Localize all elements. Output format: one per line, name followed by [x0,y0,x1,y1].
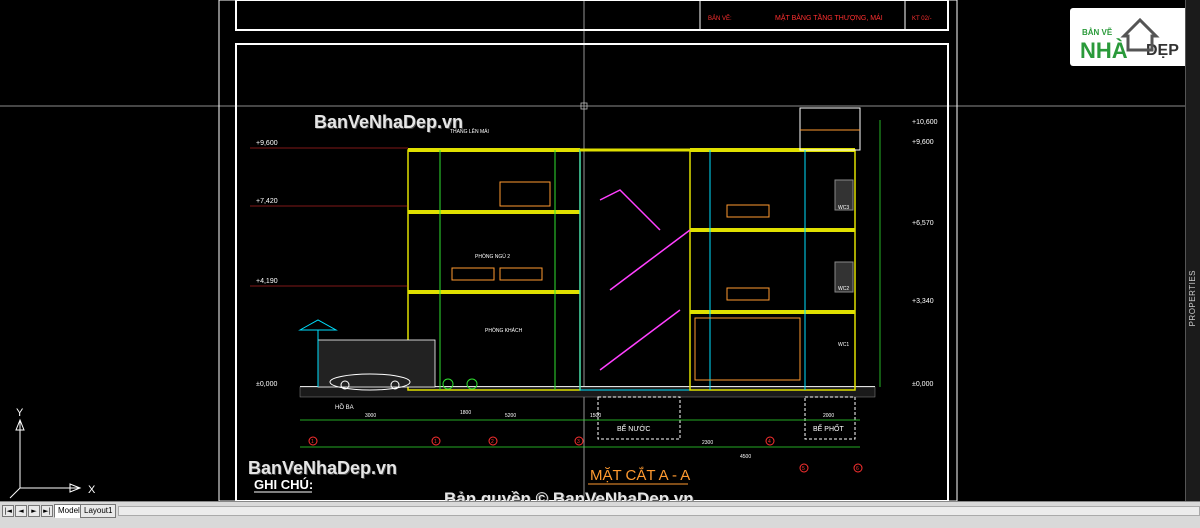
watermark-top: BanVeNhaDep.vn [314,112,464,132]
building-right-outline [689,149,856,391]
horizontal-scrollbar[interactable] [118,506,1200,516]
water-tank-label: BỂ NƯỚC [617,424,650,433]
grid-bubble-label-4: 3 [577,439,580,445]
level-right-5: ±0,000 [912,381,933,388]
bed-floor2-right [726,287,770,301]
title-label-drawing: BẢN VẼ: [708,15,732,22]
grid-bubble-label-7: 6 [856,466,859,472]
site-logo: BẢN VẼ NHÀ ĐẸP [1070,8,1190,66]
title-sheet-code: KT 02/- [912,16,932,22]
dim-3: 5200 [505,413,516,419]
house-icon [1120,17,1160,52]
wardrobe-top [499,181,551,207]
room-wc3-label: WC3 [838,205,849,211]
last-tab-button[interactable]: ►| [41,505,53,517]
watermark-bottom: BanVeNhaDep.vn [248,458,398,478]
level-right-4: +3,340 [912,298,934,305]
roof-top-structure [799,107,861,151]
bed-floor2-left-a [451,267,495,281]
grid-bubble-label-3: 2 [491,439,494,445]
grid-bubble-label-1: 1 [311,439,314,445]
ucs-icon [9,418,82,499]
stair-flight-3 [599,189,661,231]
parking-label: HỒ BA [335,404,354,411]
first-tab-button[interactable]: |◄ [2,505,14,517]
stair-void [579,149,691,391]
sheet-border-outer [218,0,958,501]
grid-bubble-label-2: 1 [434,439,437,445]
level-left-2: +7,420 [256,198,278,205]
stair-flight-1 [599,309,681,371]
ucs-y-label: Y [16,407,24,419]
prev-tab-button[interactable]: ◄ [15,505,27,517]
title-drawing-name: MẶT BẰNG TẦNG THƯỢNG, MÁI [775,12,883,22]
level-right-1: +10,600 [912,119,938,126]
level-right-3: +6,570 [912,220,934,227]
drawing-svg: BẢN VẼ: MẶT BẰNG TẦNG THƯỢNG, MÁI KT 02/… [0,0,1185,501]
properties-palette[interactable]: PROPERTIES [1185,0,1200,501]
next-tab-button[interactable]: ► [28,505,40,517]
cad-canvas[interactable]: BẢN VẼ: MẶT BẰNG TẦNG THƯỢNG, MÁI KT 02/… [0,0,1200,528]
kitchen-cabinet [694,317,801,381]
level-left-4: ±0,000 [256,381,277,388]
dim-7: 2000 [823,413,834,419]
room-wc1-label: WC1 [838,342,849,348]
dim-6: 4500 [740,454,751,460]
layout-tab-bar: |◄ ◄ ► ►| Model Layout1 [0,501,1200,528]
dim-4: 1500 [590,413,601,419]
level-left-3: +4,190 [256,278,278,285]
room-bedroom-label: PHÒNG NGỦ 2 [475,253,510,260]
grid-bubble-label-5: 4 [768,439,771,445]
dim-2: 1800 [460,410,471,416]
tab-layout1[interactable]: Layout1 [80,504,117,518]
room-wc2-label: WC2 [838,286,849,292]
ground-hatch [299,386,876,398]
grid-bubble-label-6: 5 [802,466,805,472]
tab-nav-buttons: |◄ ◄ ► ►| [2,505,53,517]
carport-umbrella [298,319,338,331]
bed-floor3-right [726,204,770,218]
notes-heading: GHI CHÚ: [254,477,313,492]
room-living-label: PHÒNG KHÁCH [485,327,523,334]
bed-floor2-left-b [499,267,543,281]
section-title: MẶT CẮT A - A [590,466,690,484]
ucs-x-label: X [88,484,96,496]
level-left-1: +9,600 [256,140,278,147]
properties-label: PROPERTIES [1188,270,1197,327]
logo-line1: BẢN VẼ [1082,28,1113,37]
carport-wall [317,339,436,388]
septic-label: BỂ PHỐT [813,423,844,433]
dim-5: 2300 [702,440,713,446]
dim-1: 3000 [365,413,376,419]
stair-flight-2 [609,229,691,291]
level-right-2: +9,600 [912,139,934,146]
